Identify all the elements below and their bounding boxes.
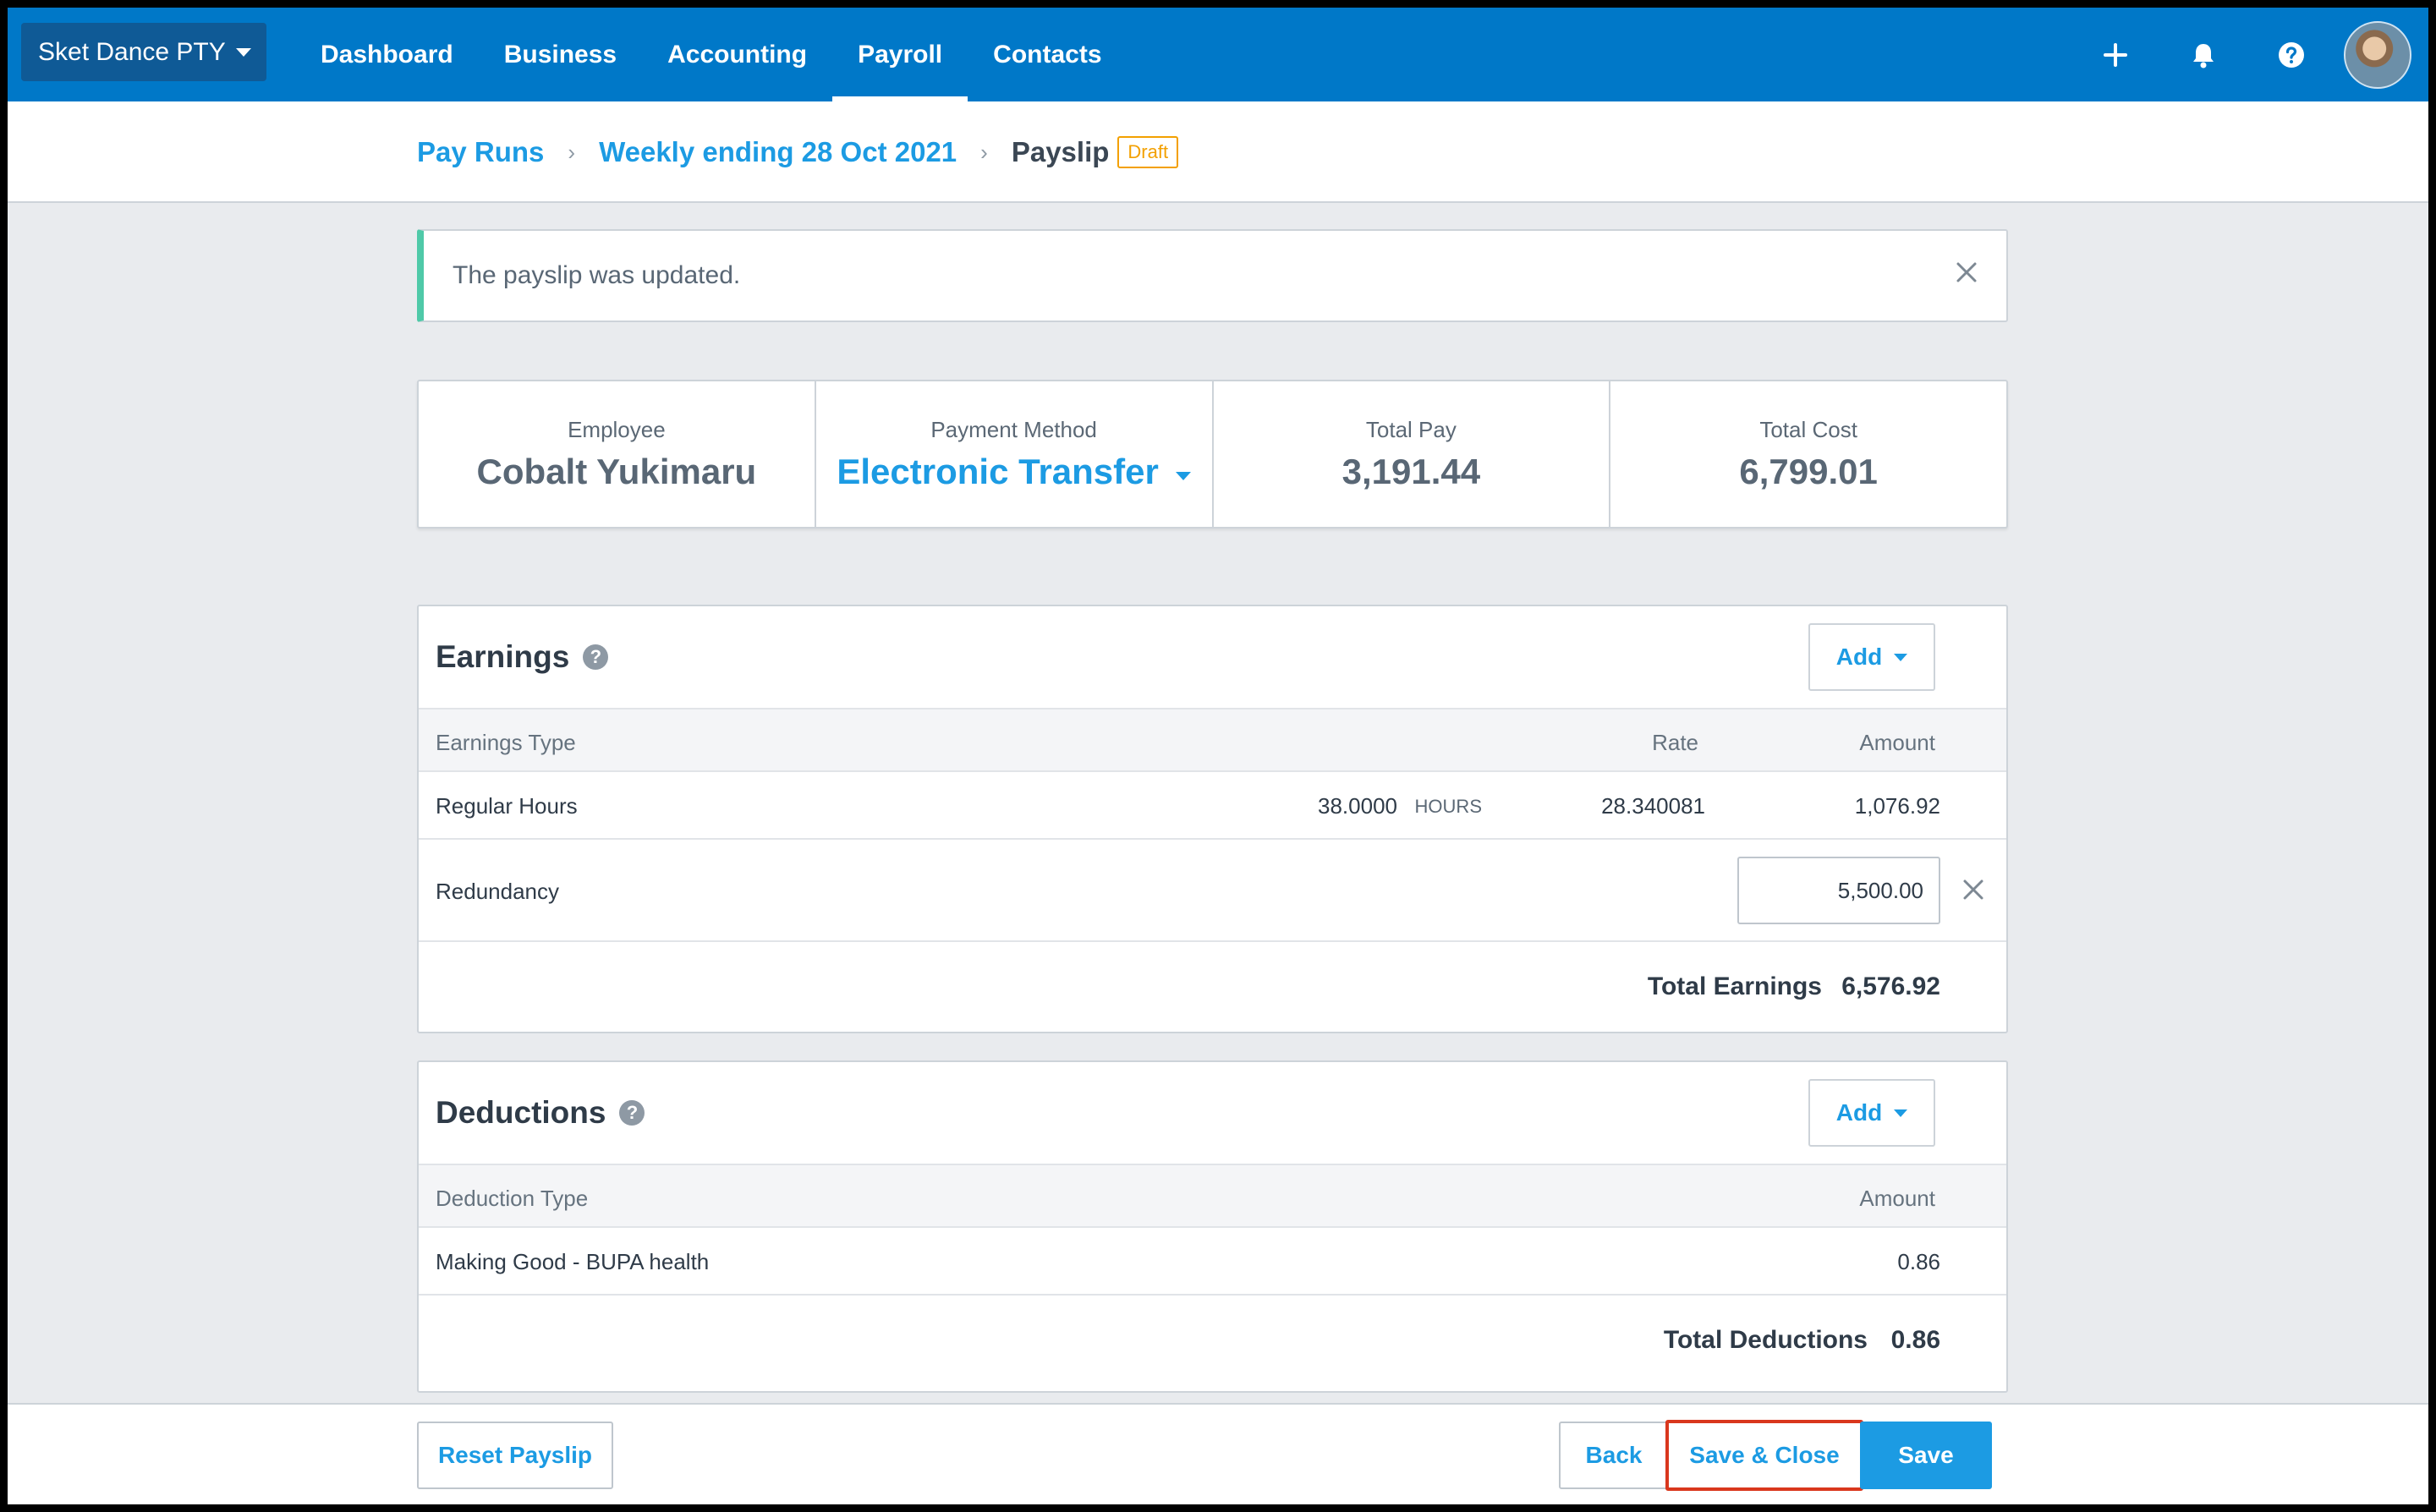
breadcrumb-pay-runs[interactable]: Pay Runs [417, 136, 544, 168]
add-earnings-label: Add [1835, 644, 1883, 670]
earnings-unit: HOURS [1414, 796, 1482, 817]
status-badge: Draft [1117, 136, 1179, 168]
earnings-quantity: 38.0000 [1318, 793, 1397, 819]
footer-actions: Reset Payslip Back Save & Close Save [8, 1403, 2428, 1504]
table-row: Making Good - BUPA health 0.86 [419, 1228, 2006, 1296]
help-icon[interactable] [2247, 8, 2335, 101]
nav-contacts[interactable]: Contacts [968, 8, 1127, 101]
payment-method-dropdown[interactable]: Electronic Transfer [837, 451, 1191, 492]
close-icon[interactable] [1962, 879, 1984, 907]
chevron-down-icon [235, 47, 251, 57]
total-pay-label: Total Pay [1365, 416, 1457, 442]
nav-dashboard[interactable]: Dashboard [295, 8, 479, 101]
page-title: Payslip [1011, 136, 1110, 167]
total-deductions-label: Total Deductions [1663, 1326, 1868, 1354]
chevron-right-icon: › [980, 139, 988, 165]
total-pay-value: 3,191.44 [1341, 451, 1481, 491]
total-deductions-value: 0.86 [1890, 1326, 1940, 1354]
deduction-type: Making Good - BUPA health [436, 1249, 710, 1274]
earnings-title: Earnings [436, 639, 570, 674]
chevron-down-icon [1894, 1109, 1908, 1117]
earnings-panel: Earnings ? Add Earnings Type Rate Amount… [417, 605, 2008, 1033]
chevron-down-icon [1894, 653, 1908, 661]
nav-business[interactable]: Business [479, 8, 642, 101]
total-earnings-label: Total Earnings [1647, 972, 1822, 1000]
save-button[interactable]: Save [1860, 1422, 1992, 1489]
notification-message: The payslip was updated. [453, 261, 741, 289]
main-nav: Dashboard Business Accounting Payroll Co… [295, 8, 1127, 101]
add-earnings-button[interactable]: Add [1808, 623, 1935, 691]
close-icon[interactable] [1956, 261, 1978, 290]
deductions-title: Deductions [436, 1095, 606, 1130]
column-earnings-type: Earnings Type [436, 730, 576, 755]
deductions-header: Deductions ? Add [419, 1062, 2006, 1164]
organisation-name: Sket Dance PTY [38, 37, 226, 66]
top-actions [2071, 8, 2411, 101]
nav-payroll[interactable]: Payroll [832, 8, 968, 101]
organisation-switcher[interactable]: Sket Dance PTY [21, 23, 266, 81]
payslip-summary: Employee Cobalt Yukimaru Payment Method … [417, 380, 2008, 529]
success-notification: The payslip was updated. [417, 229, 2008, 322]
employee-label: Employee [568, 416, 666, 442]
breadcrumb-pay-run[interactable]: Weekly ending 28 Oct 2021 [599, 136, 957, 168]
nav-accounting[interactable]: Accounting [642, 8, 832, 101]
add-deductions-label: Add [1835, 1099, 1883, 1126]
deductions-column-header: Deduction Type Amount [419, 1164, 2006, 1228]
earnings-rate: 28.340081 [1601, 793, 1705, 819]
breadcrumb-bar: Pay Runs › Weekly ending 28 Oct 2021 › P… [8, 101, 2428, 203]
app-window: Sket Dance PTY Dashboard Business Accoun… [8, 8, 2428, 1504]
earnings-total-row: Total Earnings 6,576.92 [419, 942, 2006, 1030]
payment-method-value: Electronic Transfer [837, 451, 1159, 491]
save-and-close-button[interactable]: Save & Close [1665, 1420, 1863, 1491]
table-row: Regular Hours 38.0000 HOURS 28.340081 1,… [419, 772, 2006, 840]
bell-icon[interactable] [2159, 8, 2247, 101]
total-cost-cell: Total Cost 6,799.01 [1610, 381, 2006, 527]
table-row: Redundancy 5,500.00 [419, 840, 2006, 942]
payment-method-label: Payment Method [930, 416, 1097, 442]
earnings-header: Earnings ? Add [419, 606, 2006, 708]
deductions-panel: Deductions ? Add Deduction Type Amount M… [417, 1060, 2008, 1393]
breadcrumb: Pay Runs › Weekly ending 28 Oct 2021 › P… [417, 101, 1179, 203]
help-icon[interactable]: ? [619, 1100, 645, 1126]
reset-payslip-button[interactable]: Reset Payslip [417, 1422, 613, 1489]
add-deductions-button[interactable]: Add [1808, 1079, 1935, 1147]
total-earnings-value: 6,576.92 [1841, 972, 1940, 1000]
earnings-amount: 1,076.92 [1854, 793, 1940, 819]
avatar[interactable] [2344, 20, 2411, 89]
total-cost-label: Total Cost [1759, 416, 1857, 442]
column-rate: Rate [1652, 730, 1698, 755]
employee-cell: Employee Cobalt Yukimaru [419, 381, 816, 527]
earnings-type: Redundancy [436, 879, 559, 904]
redundancy-amount-input[interactable]: 5,500.00 [1737, 857, 1940, 924]
payment-method-cell: Payment Method Electronic Transfer [816, 381, 1214, 527]
total-pay-cell: Total Pay 3,191.44 [1214, 381, 1611, 527]
redundancy-amount-value: 5,500.00 [1837, 877, 1923, 903]
total-cost-value: 6,799.01 [1739, 451, 1878, 491]
back-button[interactable]: Back [1559, 1422, 1669, 1489]
earnings-column-header: Earnings Type Rate Amount [419, 708, 2006, 772]
column-deduction-type: Deduction Type [436, 1186, 589, 1211]
chevron-right-icon: › [568, 139, 576, 165]
deduction-amount: 0.86 [1897, 1249, 1940, 1274]
help-icon[interactable]: ? [583, 644, 609, 670]
employee-name: Cobalt Yukimaru [476, 451, 757, 491]
earnings-type: Regular Hours [436, 793, 578, 819]
deductions-total-row: Total Deductions 0.86 [419, 1296, 2006, 1383]
top-navigation-bar: Sket Dance PTY Dashboard Business Accoun… [8, 8, 2428, 101]
column-amount: Amount [1859, 730, 1935, 755]
chevron-down-icon [1175, 471, 1191, 480]
plus-icon[interactable] [2071, 8, 2159, 101]
column-amount: Amount [1859, 1186, 1935, 1211]
